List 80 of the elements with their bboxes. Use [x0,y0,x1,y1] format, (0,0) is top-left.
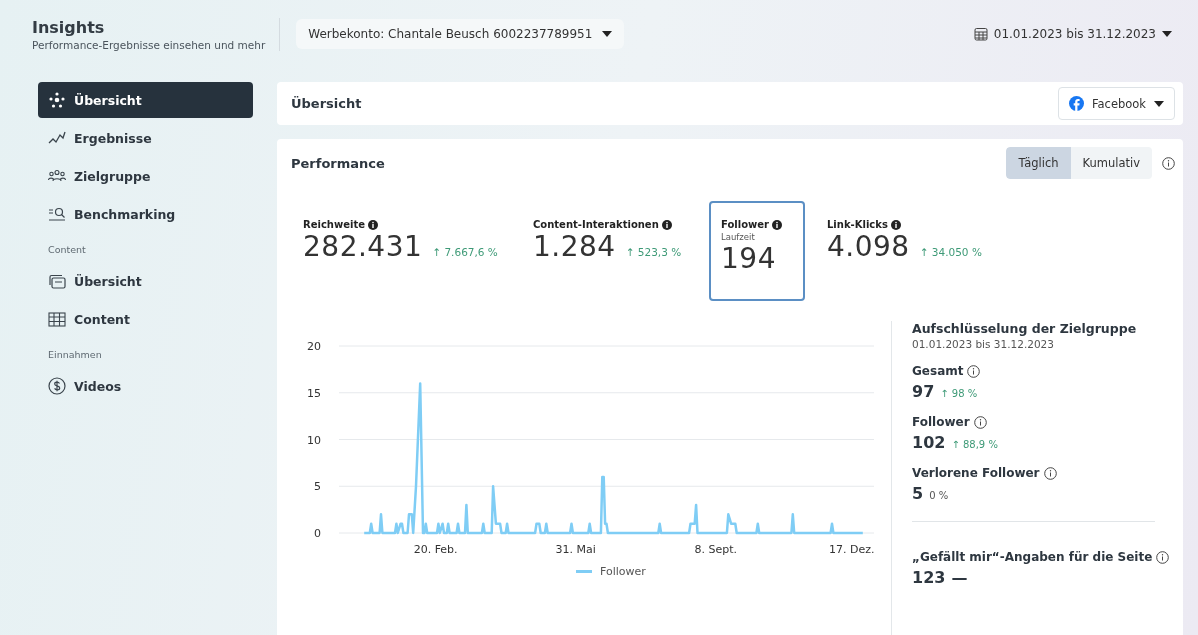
nav-item[interactable]: Übersicht [38,263,253,299]
caret-icon [602,31,613,37]
table-icon [48,311,66,327]
info-icon [367,219,378,230]
info-icon[interactable] [1162,156,1175,170]
metric-change: ↑ 7.667,6 % [432,246,498,258]
info-icon[interactable] [1156,550,1170,564]
stat-value: 97 [912,382,935,401]
metric-value: 1.284 [533,230,616,263]
metric-value: 282.431 [303,230,423,263]
metric-label: Content-Interaktionen [533,219,689,230]
search-icon [48,207,66,221]
info-icon[interactable] [1043,466,1057,480]
page-title: Insights [32,17,106,37]
nav-item[interactable]: Ergebnisse [38,120,253,156]
stat-change: 0 % [929,490,949,501]
section-title: Übersicht [291,96,362,111]
nav-item[interactable]: Übersicht [38,82,253,118]
trend-line-icon [48,131,66,145]
account-dropdown[interactable]: Werbekonto: Chantale Beusch 6002237789951 [296,19,625,49]
axis-label: 8. Sept. [694,543,737,556]
nav-section-label: Einnahmen [47,348,103,362]
cards-icon [48,273,66,289]
view-toggle-button[interactable]: Täglich [1006,147,1071,179]
view-toggle-button[interactable]: Kumulativ [1070,147,1152,179]
axis-label: 17. Dez. [829,543,875,556]
card-title: Performance [291,155,385,171]
stat-label: Verlorene Follower [912,466,1040,480]
nav-item[interactable]: Benchmarking [38,196,253,232]
stat-label: Gesamt [912,364,964,378]
stat-change: ↑ 88,9 % [951,439,998,450]
info-icon [661,219,672,230]
axis-label: 31. Mai [555,543,596,556]
people-icon [48,169,66,183]
stat-value: 102 [912,433,946,452]
metric-tile[interactable]: Follower Laufzeit 194 [709,201,805,301]
metric-change: ↑ 523,3 % [625,246,682,258]
breakdown-date: 01.01.2023 bis 31.12.2023 [912,338,1055,350]
calendar-icon [973,27,988,41]
metric-sublabel: Laufzeit [721,232,756,242]
stat-label: Follower [912,415,970,429]
nav-section-label: Content [47,243,87,257]
axis-label: 10 [307,433,321,447]
page-subtitle: Performance-Ergebnisse einsehen und mehr [32,38,266,51]
axis-label: 5 [314,480,321,494]
info-icon [772,219,782,230]
axis-label: 20 [307,340,321,353]
dollar-icon [48,377,66,395]
info-icon [890,219,901,230]
date-range-dropdown[interactable]: 01.01.2023 bis 31.12.2023 [967,26,1178,42]
network-icon [48,92,66,108]
metric-label: Reichweite [303,219,509,230]
metric-tile[interactable]: Link-Klicks 4.098 ↑ 34.050 % [815,201,1015,301]
nav-item[interactable]: Videos [38,368,253,404]
metric-tile[interactable]: Reichweite 282.431 ↑ 7.667,6 % [291,201,521,301]
axis-label: 20. Feb. [413,543,458,556]
metric-value: 194 [721,242,776,275]
axis-label: 0 [314,527,321,540]
stat-label: „Gefällt mir“-Angaben für die Seite [912,550,1153,564]
metric-value: 4.098 [827,230,910,263]
info-icon[interactable] [967,364,981,378]
facebook-icon [1068,96,1084,111]
stat-change: — [951,568,968,587]
info-icon[interactable] [973,415,987,429]
stat-value: 123 [912,568,946,587]
caret-icon [1162,31,1172,37]
caret-icon [1154,100,1164,107]
stat-value: 5 [912,484,924,503]
metric-label: Link-Klicks [827,219,1003,230]
platform-dropdown[interactable]: Facebook [1057,87,1175,120]
metric-change: ↑ 34.050 % [919,246,982,258]
nav-item[interactable]: Zielgruppe [38,158,253,194]
axis-label: 15 [307,386,321,400]
metric-tile[interactable]: Content-Interaktionen 1.284 ↑ 523,3 % [521,201,701,301]
stat-change: ↑ 98 % [940,388,978,399]
breakdown-title: Aufschlüsselung der Zielgruppe [912,321,1138,336]
legend-swatch [576,570,593,573]
metric-label: Follower [721,219,793,230]
nav-item[interactable]: Content [38,301,253,337]
legend-label: Follower [600,565,646,578]
